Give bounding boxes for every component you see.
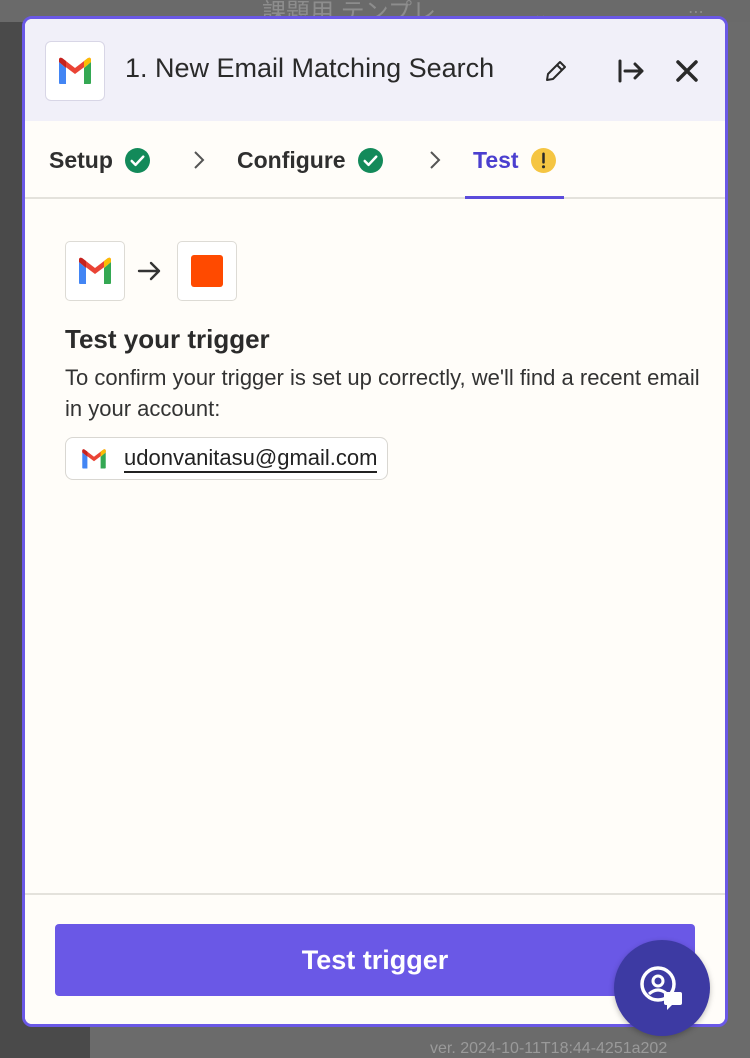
step-title: 1. New Email Matching Search [125,53,495,83]
tab-test[interactable]: Test [465,145,564,199]
connected-account-chip[interactable]: udonvanitasu@gmail.com [65,437,389,480]
step-tabs: Setup Configure Test [25,121,725,199]
tab-setup[interactable]: Setup [49,145,150,199]
chevron-right-icon [430,151,441,169]
support-chat-icon [640,966,682,1010]
check-circle-icon [357,148,383,173]
test-section-description: To confirm your trigger is set up correc… [65,365,700,421]
step-editor-panel: 1. New Email Matching Search Setup Confi… [22,16,728,1027]
app-tile [45,41,105,101]
tab-configure[interactable]: Configure [237,145,383,199]
arrow-to-right-icon[interactable] [615,55,647,87]
panel-header: 1. New Email Matching Search [25,19,725,121]
gmail-logo-icon [82,448,106,469]
pencil-icon[interactable] [542,57,570,85]
check-circle-icon [124,148,150,173]
zapier-app-tile [177,241,237,301]
gmail-logo-icon [59,57,91,84]
orange-square-logo-icon [191,255,223,287]
trigger-app-tile [65,241,125,301]
test-trigger-button[interactable]: Test trigger [55,924,695,996]
warning-icon [530,148,556,173]
arrow-right-icon [137,261,161,281]
background-version-text: ver. 2024-10-11T18:44-4251a202 [430,1040,668,1057]
account-email-link[interactable]: udonvanitasu@gmail.com [124,445,378,473]
gmail-logo-icon [79,257,111,284]
flow-diagram [65,241,705,301]
test-section-title: Test your trigger [65,324,270,354]
tab-label: Test [473,147,519,173]
close-icon[interactable] [671,55,703,87]
help-chat-button[interactable] [614,940,710,1036]
tab-label: Setup [49,147,113,173]
chevron-right-icon [194,151,205,169]
tab-label: Configure [237,147,346,173]
